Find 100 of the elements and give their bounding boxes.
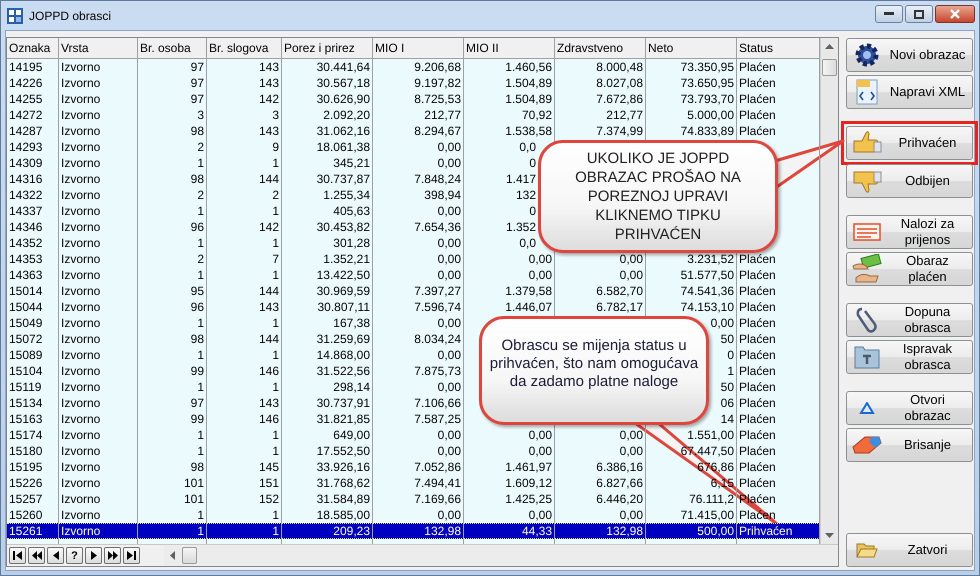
table-cell[interactable]: 14337 bbox=[9, 204, 42, 218]
action-button[interactable]: Obaraz plaćen bbox=[846, 252, 973, 286]
table-cell[interactable]: 6.827,66 bbox=[596, 476, 643, 490]
table-cell[interactable]: 298,14 bbox=[333, 380, 370, 394]
table-cell[interactable]: 30.737,91 bbox=[316, 396, 370, 410]
table-cell[interactable]: Izvorno bbox=[61, 188, 100, 202]
table-cell[interactable]: Izvorno bbox=[61, 380, 100, 394]
table-cell[interactable]: 9.197,82 bbox=[414, 76, 461, 90]
table-cell[interactable]: 2 bbox=[197, 140, 204, 154]
table-cell[interactable]: 6.582,70 bbox=[596, 284, 643, 298]
table-cell[interactable]: 14346 bbox=[9, 220, 42, 234]
table-cell[interactable]: 76.111,2 bbox=[689, 492, 734, 506]
table-cell[interactable]: 1 bbox=[727, 364, 734, 378]
table-cell[interactable]: 167,38 bbox=[333, 316, 370, 330]
column-header[interactable]: Vrsta bbox=[59, 38, 138, 58]
scroll-thumb[interactable] bbox=[182, 547, 197, 564]
table-cell[interactable]: Izvorno bbox=[61, 396, 100, 410]
table-cell[interactable]: 0,00 bbox=[438, 428, 461, 442]
table-cell[interactable]: Izvorno bbox=[61, 300, 100, 314]
table-cell[interactable]: 15226 bbox=[9, 476, 42, 490]
table-cell[interactable]: 1 bbox=[272, 316, 279, 330]
table-cell[interactable]: 13.422,50 bbox=[316, 268, 370, 282]
table-cell[interactable]: Plaćen bbox=[739, 316, 776, 330]
table-cell[interactable]: 15260 bbox=[9, 508, 42, 522]
table-cell[interactable]: Izvorno bbox=[61, 284, 100, 298]
table-cell[interactable]: 95 bbox=[190, 284, 204, 298]
table-cell[interactable]: 145 bbox=[258, 460, 279, 474]
table-cell[interactable]: Plaćen bbox=[739, 268, 776, 282]
table-cell[interactable]: 1 bbox=[197, 316, 204, 330]
table-cell[interactable]: 15049 bbox=[9, 316, 42, 330]
table-cell[interactable]: 2 bbox=[197, 252, 204, 266]
table-cell[interactable]: 144 bbox=[258, 332, 279, 346]
close-button[interactable] bbox=[935, 5, 975, 23]
table-cell[interactable]: 0 bbox=[529, 204, 536, 218]
action-button[interactable]: Otvori obrazac bbox=[846, 391, 973, 425]
table-cell[interactable]: 73.793,70 bbox=[680, 92, 734, 106]
table-cell[interactable]: 146 bbox=[258, 364, 279, 378]
table-cell[interactable]: 15119 bbox=[9, 380, 42, 394]
table-cell[interactable]: 0,00 bbox=[528, 268, 552, 282]
table-cell[interactable]: Plaćen bbox=[739, 380, 776, 394]
table-cell[interactable]: Izvorno bbox=[61, 412, 100, 426]
table-cell[interactable]: 1 bbox=[272, 380, 279, 394]
table-cell[interactable]: 1.255,34 bbox=[323, 188, 370, 202]
table-cell[interactable]: 405,63 bbox=[333, 204, 370, 218]
table-cell[interactable]: 0,00 bbox=[438, 444, 461, 458]
table-cell[interactable]: 1 bbox=[197, 204, 204, 218]
vertical-scrollbar[interactable] bbox=[820, 38, 838, 544]
table-cell[interactable]: 0,00 bbox=[528, 444, 552, 458]
table-cell[interactable]: Izvorno bbox=[61, 92, 100, 106]
table-cell[interactable]: 31.821,85 bbox=[316, 412, 370, 426]
table-cell[interactable]: 345,21 bbox=[333, 156, 370, 170]
table-cell[interactable]: 143 bbox=[258, 396, 279, 410]
table-cell[interactable]: 31.062,16 bbox=[316, 124, 370, 138]
table-cell[interactable]: 0,0 bbox=[519, 140, 536, 154]
table-cell[interactable]: Izvorno bbox=[61, 316, 100, 330]
table-cell[interactable]: 0 bbox=[727, 348, 734, 362]
table-cell[interactable]: 3 bbox=[272, 108, 279, 122]
table-cell[interactable]: 30.453,82 bbox=[316, 220, 370, 234]
table-cell[interactable]: 15257 bbox=[9, 492, 42, 506]
table-cell[interactable]: 132 bbox=[516, 188, 536, 202]
table-cell[interactable]: 1.460,56 bbox=[505, 60, 552, 74]
table-cell[interactable]: 73.650,95 bbox=[680, 76, 734, 90]
table-cell[interactable]: 97 bbox=[190, 60, 204, 74]
next-record-button[interactable] bbox=[85, 547, 102, 564]
table-cell[interactable]: 2.092,20 bbox=[323, 108, 370, 122]
table-cell[interactable]: 1 bbox=[272, 428, 279, 442]
table-cell[interactable]: 33.926,16 bbox=[316, 460, 370, 474]
column-header[interactable]: Br. slogova bbox=[207, 38, 282, 58]
scroll-thumb[interactable] bbox=[822, 59, 837, 76]
table-cell[interactable]: Izvorno bbox=[61, 60, 100, 74]
table-cell[interactable]: 7.052,86 bbox=[414, 460, 461, 474]
table-cell[interactable]: 31.584,89 bbox=[316, 492, 370, 506]
table-cell[interactable]: 398,94 bbox=[424, 188, 461, 202]
scroll-left-icon[interactable] bbox=[170, 551, 175, 560]
table-cell[interactable]: 1.379,58 bbox=[505, 284, 552, 298]
table-cell[interactable]: 15163 bbox=[9, 412, 42, 426]
table-cell[interactable]: 15180 bbox=[9, 444, 42, 458]
table-cell[interactable]: 73.350,95 bbox=[680, 60, 734, 74]
table-cell[interactable]: 98 bbox=[190, 460, 204, 474]
table-cell[interactable]: 14255 bbox=[9, 92, 42, 106]
table-cell[interactable]: Izvorno bbox=[61, 508, 100, 522]
table-cell[interactable]: 74.833,89 bbox=[680, 124, 734, 138]
table-cell[interactable]: 649,00 bbox=[333, 428, 370, 442]
table-cell[interactable]: 74.541,36 bbox=[680, 284, 734, 298]
table-cell[interactable]: 1.425,25 bbox=[505, 492, 552, 506]
table-cell[interactable]: 1 bbox=[197, 508, 204, 522]
table-cell[interactable]: 0,00 bbox=[438, 140, 461, 154]
scroll-up-icon[interactable] bbox=[825, 44, 834, 49]
table-cell[interactable]: 14309 bbox=[9, 156, 42, 170]
table-cell[interactable]: 30.807,11 bbox=[318, 300, 370, 314]
table-cell[interactable]: 0,0 bbox=[519, 236, 536, 250]
table-cell[interactable]: 15195 bbox=[9, 460, 42, 474]
table-cell[interactable]: Izvorno bbox=[61, 428, 100, 442]
table-cell[interactable]: 7.587,25 bbox=[414, 412, 461, 426]
table-cell[interactable]: 143 bbox=[258, 300, 279, 314]
table-cell[interactable]: 0,00 bbox=[620, 444, 643, 458]
table-cell[interactable]: 96 bbox=[190, 220, 204, 234]
minimize-button[interactable] bbox=[875, 5, 903, 23]
table-cell[interactable]: Plaćen bbox=[739, 60, 776, 74]
table-cell[interactable]: 14226 bbox=[9, 76, 42, 90]
